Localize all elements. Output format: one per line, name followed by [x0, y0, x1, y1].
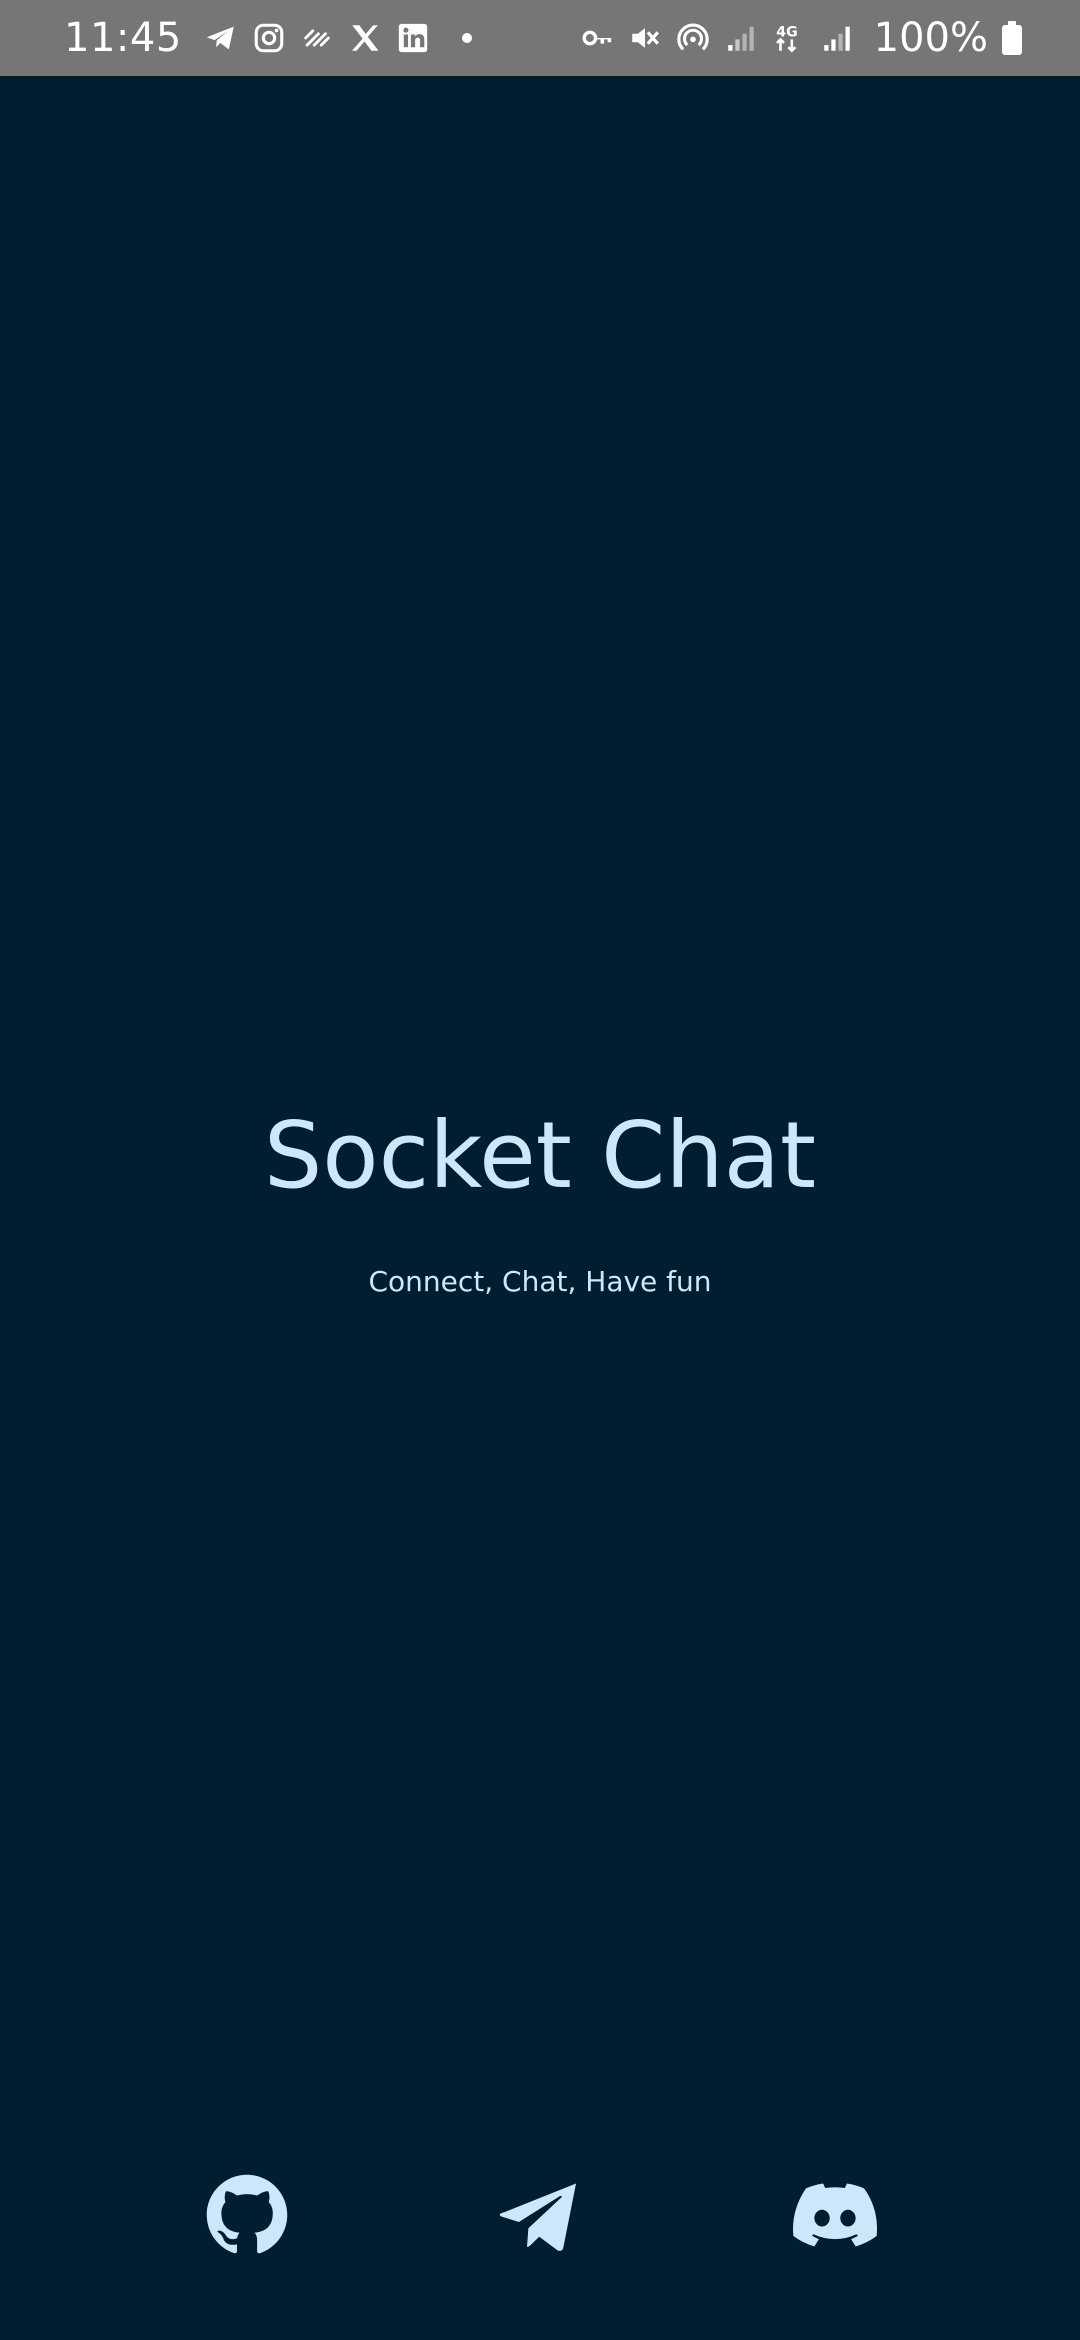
status-bar-left: 11:45	[64, 0, 472, 76]
signal-icon	[820, 21, 854, 55]
battery-percent: 100%	[873, 15, 988, 61]
hotspot-icon	[676, 21, 710, 55]
github-icon	[206, 2174, 288, 2254]
x-icon	[348, 21, 382, 55]
key-icon	[580, 21, 614, 55]
network-label: 4G	[776, 25, 797, 41]
social-links	[0, 2170, 1080, 2260]
signal-icon	[724, 21, 758, 55]
github-link[interactable]	[202, 2170, 292, 2260]
battery-icon	[1002, 21, 1022, 55]
discord-link[interactable]	[790, 2170, 880, 2260]
4g-icon: 4G	[772, 21, 806, 55]
telegram-link[interactable]	[496, 2170, 586, 2260]
notification-dot	[461, 33, 472, 43]
telegram-icon	[499, 2183, 576, 2251]
discord-icon	[793, 2183, 877, 2247]
app-icon	[300, 21, 334, 55]
app-subtitle: Connect, Chat, Have fun	[368, 1265, 712, 1298]
app-title: Socket Chat	[263, 1102, 817, 1209]
status-time: 11:45	[64, 15, 182, 61]
instagram-icon	[252, 21, 286, 55]
mute-icon	[628, 21, 662, 55]
status-bar-right: 4G 100%	[580, 0, 1022, 76]
telegram-icon	[204, 21, 238, 55]
linkedin-icon	[396, 21, 430, 55]
status-bar: 11:45 4G 100%	[0, 0, 1080, 76]
